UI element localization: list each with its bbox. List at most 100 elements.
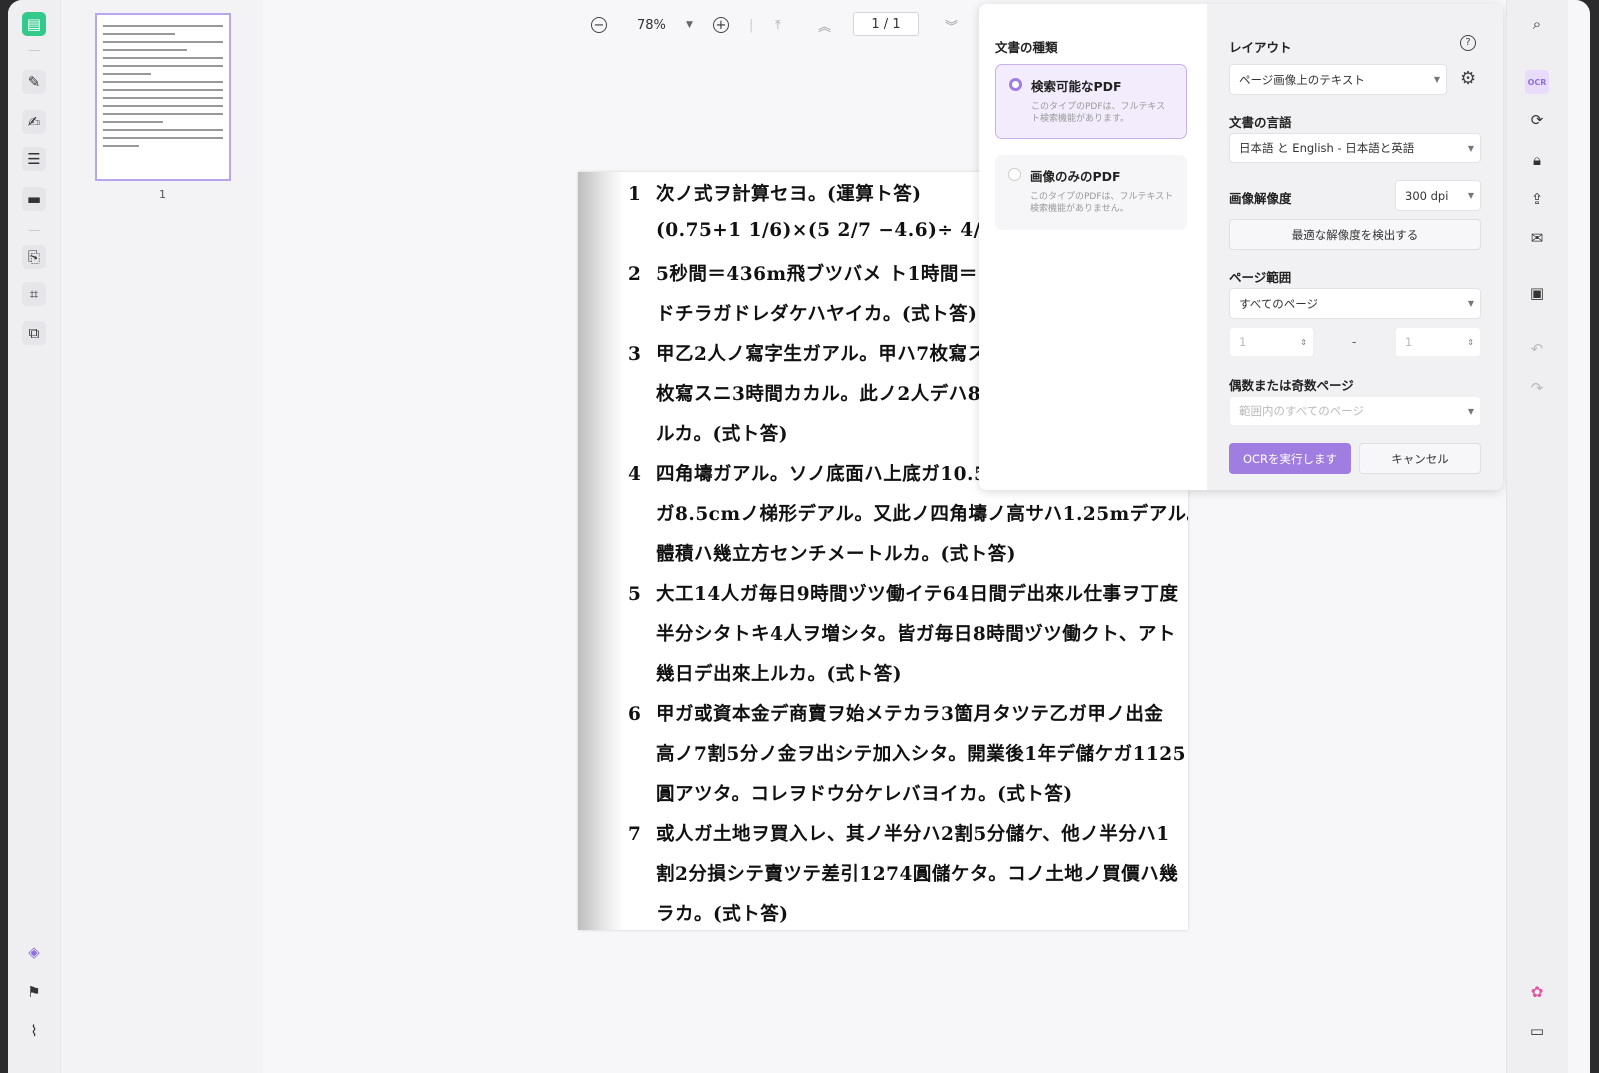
document-line: ドチラガドレダケハヤイカ。(式ト答) [628,300,977,326]
document-line: 高ノ7割5分ノ金ヲ出シテ加入シタ。開業後1年デ儲ケガ1125 [628,740,1186,766]
previous-page-icon[interactable]: ︽ [818,12,831,38]
document-line: ラカ。(式ト答) [628,900,789,926]
problem-number: 6 [628,704,642,725]
resolution-select[interactable]: 300 dpi ▼ [1395,180,1481,211]
undo-icon[interactable]: ↶ [1525,337,1549,361]
range-to-input[interactable]: 1 ⇕ [1395,327,1481,357]
option-searchable-pdf[interactable]: 検索可能なPDF このタイプのPDFは、フルテキスト検索機能があります。 [995,64,1187,139]
option-desc: このタイプのPDFは、フルテキスト検索機能があります。 [1031,102,1166,124]
line-text: ガ8.5cmノ梯形デアル。又此ノ四角壔ノ高サハ1.25mデアル。 [656,504,1188,525]
zoom-dropdown-icon[interactable]: ▼ [686,12,693,38]
bookmark-icon[interactable]: ⚑ [22,980,46,1004]
language-label: 文書の言語 [1229,115,1292,130]
ocr-panel: 文書の種類 検索可能なPDF このタイプのPDFは、フルテキスト検索機能がありま… [979,4,1503,490]
line-text: 甲ガ或資本金デ商賣ヲ始メテカラ3箇月タツテ乙ガ甲ノ出金 [656,704,1164,725]
run-ocr-button[interactable]: OCRを実行します [1229,443,1351,474]
thumbnail-panel: 1 [61,0,263,1073]
radio-selected[interactable] [1009,78,1022,91]
highlighter-icon[interactable]: ✎ [22,70,46,94]
problem-number: 4 [628,464,642,485]
layout-select[interactable]: ページ画像上のテキスト ▼ [1229,64,1447,95]
zoom-in-icon[interactable]: + [713,17,729,33]
line-text: 四角壔ガアル。ソノ底面ハ上底ガ10.5cm [656,464,1020,485]
convert-icon[interactable]: ⟳ [1525,108,1549,132]
page-range-select[interactable]: すべてのページ ▼ [1229,288,1481,319]
line-text: ラカ。(式ト答) [656,904,789,925]
document-line: 4 四角壔ガアル。ソノ底面ハ上底ガ10.5cm [628,460,1019,486]
page-number-input[interactable]: 1 / 1 [853,12,919,36]
detect-resolution-button[interactable]: 最適な解像度を検出する [1229,219,1481,250]
zoom-level[interactable]: 78% [637,12,666,38]
settings-icon[interactable]: ⚙ [1460,68,1476,89]
redact-icon[interactable]: ▬ [22,187,46,211]
document-line: 3 甲乙2人ノ寫字生ガアル。甲ハ7枚寫ス [628,340,987,366]
form-icon[interactable]: ☰ [22,147,46,171]
document-line: ガ8.5cmノ梯形デアル。又此ノ四角壔ノ高サハ1.25mデアル。 [628,500,1188,526]
document-line: 半分シタトキ4人ヲ増シタ。皆ガ毎日8時間ヅツ働クト、アト [628,620,1176,646]
comment-icon[interactable]: ▭ [1525,1019,1549,1043]
organize-pages-icon[interactable]: ⎘ [22,245,46,269]
redo-icon[interactable]: ↷ [1525,376,1549,400]
attachment-icon[interactable]: ⌇ [22,1019,46,1043]
doc-type-label: 文書の種類 [995,40,1058,55]
line-text: 或人ガ土地ヲ買入レ、其ノ半分ハ2割5分儲ケ、他ノ半分ハ1 [656,824,1170,845]
email-icon[interactable]: ✉ [1525,226,1549,250]
search-icon[interactable]: ⌕ [1525,12,1549,36]
ai-assistant-icon[interactable]: ✿ [1525,980,1549,1004]
toolbar-divider: | [749,17,754,33]
document-line: 7 或人ガ土地ヲ買入レ、其ノ半分ハ2割5分儲ケ、他ノ半分ハ1 [628,820,1170,846]
right-toolbar: ⌕ OCR ⟳ 🔒︎ ⇪ ✉ ▣ ↶ ↷ ✿ ▭ [1506,0,1568,1073]
problem-number: 7 [628,824,642,845]
line-text: 幾日デ出來上ルカ。(式ト答) [656,664,902,685]
watermark-icon[interactable]: ⧉ [22,321,46,345]
document-line: ルカ。(式ト答) [628,420,788,446]
problem-number: 3 [628,344,642,365]
first-page-icon[interactable]: ⤒ [775,12,781,38]
document-line: 割2分損シテ賣ツテ差引1274圓儲ケタ。コノ土地ノ買價ハ幾 [628,860,1178,886]
option-title: 検索可能なPDF [1031,79,1122,94]
resolution-label: 画像解像度 [1229,191,1292,206]
share-icon[interactable]: ⇪ [1525,187,1549,211]
app-window: ▤ ✎ ✍ ☰ ▬ ⎘ ⌗ ⧉ ◈ ⚑ ⌇ 1 − 78% ▼ + | ⤒ ︽ … [8,0,1590,1073]
document-line: 體積ハ幾立方センチメートルカ。(式ト答) [628,540,1016,566]
line-text: 割2分損シテ賣ツテ差引1274圓儲ケタ。コノ土地ノ買價ハ幾 [656,864,1179,885]
option-image-only-pdf[interactable]: 画像のみのPDF このタイプのPDFは、フルテキスト検索機能がありません。 [995,155,1187,230]
line-text: 半分シタトキ4人ヲ増シタ。皆ガ毎日8時間ヅツ働クト、アト [656,624,1176,645]
radio-unselected[interactable] [1008,168,1021,181]
document-line: 6 甲ガ或資本金デ商賣ヲ始メテカラ3箇月タツテ乙ガ甲ノ出金 [628,700,1163,726]
protect-icon[interactable]: 🔒︎ [1525,148,1549,172]
left-toolbar: ▤ ✎ ✍ ☰ ▬ ⎘ ⌗ ⧉ ◈ ⚑ ⌇ [8,0,61,1073]
line-text: 次ノ式ヲ計算セヨ。(運算ト答) [656,184,922,205]
language-select[interactable]: 日本語 と English - 日本語と英語 ▼ [1229,133,1481,163]
crop-icon[interactable]: ⌗ [22,282,46,306]
document-line: 枚寫スニ3時間カカル。此ノ2人デハ82枚 [628,380,1014,406]
problem-number: 5 [628,584,642,605]
cancel-button[interactable]: キャンセル [1359,443,1481,474]
help-icon[interactable]: ? [1460,35,1476,51]
save-icon[interactable]: ▣ [1525,281,1549,305]
document-line: 1 次ノ式ヲ計算セヨ。(運算ト答) [628,180,922,206]
ocr-icon[interactable]: OCR [1525,70,1549,94]
document-line: (0.75+1 1/6)×(5 2/7 −4.6)÷ 4/7 [628,220,994,241]
line-text: 體積ハ幾立方センチメートルカ。(式ト答) [656,544,1016,565]
document-line: 5 大工14人ガ毎日9時間ヅツ働イテ64日間デ出來ル仕事ヲ丁度 [628,580,1179,606]
parity-select[interactable]: 範囲内のすべてのページ ▼ [1229,396,1481,426]
line-text: 枚寫スニ3時間カカル。此ノ2人デハ82枚 [656,384,1014,405]
layers-icon[interactable]: ◈ [22,940,46,964]
line-text: ルカ。(式ト答) [656,424,788,445]
line-text: 高ノ7割5分ノ金ヲ出シテ加入シタ。開業後1年デ儲ケガ1125 [656,744,1187,765]
line-text: 甲乙2人ノ寫字生ガアル。甲ハ7枚寫ス [656,344,987,365]
option-desc: このタイプのPDFは、フルテキスト検索機能がありません。 [1030,192,1174,214]
problem-number: 2 [628,264,642,285]
thumbnail-label: 1 [159,188,166,201]
document-line: 圓アツタ。コレヲドウ分ケレバヨイカ。(式ト答) [628,780,1073,806]
range-from-input[interactable]: 1 ⇕ [1229,327,1314,357]
zoom-out-icon[interactable]: − [591,17,607,33]
layout-label: レイアウト [1229,40,1292,55]
page-thumbnail[interactable] [95,13,231,181]
edit-text-icon[interactable]: ✍ [22,110,46,134]
line-text: ドチラガドレダケハヤイカ。(式ト答) [656,304,978,325]
reader-icon[interactable]: ▤ [22,12,46,36]
line-text: (0.75+1 1/6)×(5 2/7 −4.6)÷ 4/7 [656,220,995,241]
next-page-icon[interactable]: ︾ [945,12,958,38]
